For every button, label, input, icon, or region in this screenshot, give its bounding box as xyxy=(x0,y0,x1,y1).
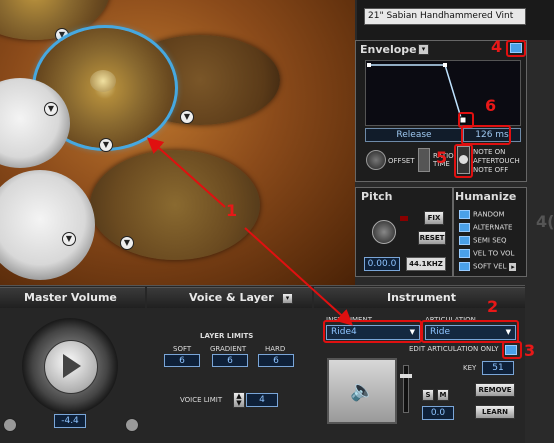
annotation-arrows xyxy=(147,137,353,326)
